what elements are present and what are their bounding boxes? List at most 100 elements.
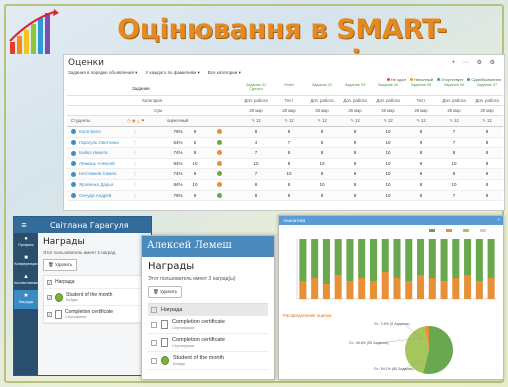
column-header[interactable]: Задание 02 (308, 83, 336, 87)
award-row[interactable]: Completion certificate Сертификат (148, 334, 268, 352)
grade-cell[interactable]: 10 (374, 171, 402, 176)
grade-cell[interactable]: 8 (473, 182, 501, 187)
column-header[interactable]: Задание 07 (473, 83, 501, 87)
checkbox[interactable]: ✓ (47, 311, 52, 317)
sidebar-item-0[interactable]: ● Профиль (14, 233, 38, 252)
grade-cell[interactable]: 8 (407, 182, 435, 187)
checkbox-icon[interactable]: ✓ (47, 279, 52, 285)
grade-cell[interactable]: 8 (341, 182, 369, 187)
column-header[interactable]: Задание 03 (341, 83, 369, 87)
column-header[interactable]: Задание 05 (407, 83, 435, 87)
grade-cell[interactable]: 4 (242, 140, 270, 145)
grade-cell[interactable]: 8 (407, 129, 435, 134)
student-link[interactable]: Гарагуль Светлана (71, 140, 119, 145)
grade-cell[interactable]: 10 (242, 161, 270, 166)
grade-cell[interactable]: 7 (275, 140, 303, 145)
student-menu-icon[interactable]: ⋮ (121, 193, 149, 199)
menu-icon[interactable]: ≡ (14, 220, 34, 230)
grade-cell[interactable]: 8 (473, 193, 501, 198)
close-icon[interactable]: × (497, 217, 500, 222)
student-link[interactable]: Яровенко Дарья (71, 182, 113, 188)
grade-cell[interactable]: 8 (407, 193, 435, 198)
column-header[interactable]: Ответ (275, 83, 303, 87)
delete-button[interactable]: 🗑 Удалить (148, 286, 183, 298)
student-menu-icon[interactable]: ⋮ (121, 161, 149, 167)
grade-cell[interactable]: 8 (308, 171, 336, 176)
grade-cell[interactable]: 7 (440, 193, 468, 198)
student-menu-icon[interactable]: ⋮ (121, 129, 149, 135)
grade-cell[interactable]: 7 (242, 171, 270, 176)
student-link[interactable]: Лемешь Алексей (71, 161, 115, 167)
sort-icon[interactable]: ◷ ◉ △ ⚑ (127, 118, 145, 123)
student-link[interactable]: Неставнев Семен (71, 171, 116, 177)
checkbox[interactable] (151, 357, 157, 364)
column-header[interactable]: Задание 06 (440, 83, 468, 87)
checkbox[interactable]: ✓ (47, 294, 52, 300)
grade-cell[interactable]: 8 (242, 129, 270, 134)
award-row[interactable]: ✓ Student of the month Бейдж (44, 289, 145, 306)
grade-cell[interactable]: 8 (473, 129, 501, 134)
grade-cell[interactable]: 7 (242, 150, 270, 155)
checkbox[interactable] (151, 321, 157, 328)
column-header[interactable]: Задание 01 Сделал (242, 83, 270, 91)
grade-cell[interactable]: 9 (341, 161, 369, 166)
grade-cell[interactable]: 8 (407, 171, 435, 176)
grade-cell[interactable]: 8 (341, 129, 369, 134)
grade-cell[interactable]: 10 (440, 182, 468, 187)
grade-cell[interactable]: 7 (440, 129, 468, 134)
grade-cell[interactable]: 8 (308, 140, 336, 145)
grade-cell[interactable]: 8 (275, 193, 303, 198)
filter-dropdown[interactable]: Задания в порядке объявления ▾ (68, 70, 137, 76)
grade-cell[interactable]: 10 (374, 150, 402, 155)
grade-cell[interactable]: 8 (275, 161, 303, 166)
student-menu-icon[interactable]: ⋮ (121, 171, 149, 177)
sidebar-item-2[interactable]: ▲ Коллективная (14, 271, 38, 290)
grade-cell[interactable]: 10 (440, 161, 468, 166)
sidebar-item-1[interactable]: ■ Конференции (14, 252, 38, 271)
grade-cell[interactable]: 8 (407, 150, 435, 155)
grade-cell[interactable]: 8 (473, 140, 501, 145)
select-all-checkbox[interactable] (151, 307, 157, 313)
grade-cell[interactable]: 7 (440, 140, 468, 145)
grade-cell[interactable]: 10 (308, 182, 336, 187)
grade-cell[interactable]: 10 (374, 193, 402, 198)
grade-cell[interactable]: 10 (374, 140, 402, 145)
grade-cell[interactable]: 8 (275, 150, 303, 155)
student-menu-icon[interactable]: ⋮ (121, 182, 149, 188)
grade-cell[interactable]: 8 (275, 129, 303, 134)
grade-cell[interactable]: 8 (275, 182, 303, 187)
checkbox[interactable] (151, 339, 157, 346)
grade-cell[interactable]: 8 (242, 182, 270, 187)
grade-cell[interactable]: 8 (341, 193, 369, 198)
grade-cell[interactable]: 8 (440, 171, 468, 176)
gradebook-toolbar-icons[interactable]: + ⋯ ⚙ ⚙ (452, 59, 498, 66)
grade-cell[interactable]: 8 (440, 150, 468, 155)
grade-cell[interactable]: 10 (308, 161, 336, 166)
filter-dropdown[interactable]: Все категории ▾ (208, 70, 241, 76)
sidebar-item-3[interactable]: ★ Награды (14, 290, 38, 309)
grade-cell[interactable]: 8 (341, 171, 369, 176)
grade-cell[interactable]: 8 (242, 193, 270, 198)
grade-cell[interactable]: 8 (308, 129, 336, 134)
grade-cell[interactable]: 8 (473, 161, 501, 166)
grade-cell[interactable]: 8 (308, 150, 336, 155)
filter-dropdown[interactable]: У каждого по фамилиям ▾ (145, 70, 199, 76)
grade-cell[interactable]: 8 (473, 150, 501, 155)
delete-button[interactable]: 🗑 Удалить (43, 259, 78, 271)
grade-cell[interactable]: 10 (275, 171, 303, 176)
grade-cell[interactable]: 10 (374, 129, 402, 134)
student-link[interactable]: Коля Бело (71, 129, 101, 135)
student-link[interactable]: Ончуда Андрей (71, 193, 111, 198)
award-row[interactable]: Student of the month Бейдж (148, 352, 268, 370)
grade-cell[interactable]: 9 (407, 140, 435, 145)
award-row[interactable]: Completion certificate Сертификат (148, 316, 268, 334)
grade-cell[interactable]: 8 (473, 171, 501, 176)
grade-cell[interactable]: 10 (374, 161, 402, 166)
grade-cell[interactable]: 9 (341, 140, 369, 145)
grade-cell[interactable]: 10 (374, 182, 402, 187)
student-menu-icon[interactable]: ⋮ (121, 140, 149, 146)
student-link[interactable]: Бойко Никита (71, 150, 108, 156)
column-header[interactable]: Задание 04 (374, 83, 402, 87)
grade-cell[interactable]: 9 (407, 161, 435, 166)
grade-cell[interactable]: 8 (308, 193, 336, 198)
